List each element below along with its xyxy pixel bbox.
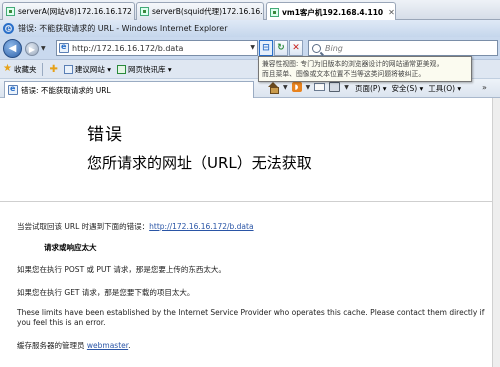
compatibility-tooltip: 兼容性视图: 专门为旧版本的浏览器设计的网站通常更美观， 而且菜单、图像或文本位… [258,56,472,82]
vm-icon [270,7,279,17]
forward-button[interactable]: ▶ [25,42,39,56]
page-icon [63,64,73,74]
address-bar[interactable]: http://172.16.16.172/b.data ▼ [56,40,258,56]
isp-limits-paragraph: These limits have been established by th… [17,308,485,327]
print-icon[interactable] [329,82,341,92]
more-commands-button[interactable]: » [482,83,487,92]
add-favorite-icon: ✚ [49,63,58,75]
back-button[interactable]: ◀ [3,39,22,58]
window-title-bar: e 错误: 不能获取请求的 URL - Windows Internet Exp… [0,20,500,37]
command-menus: 页面(P) ▾ 安全(S) ▾ 工具(O) ▾ [355,83,461,94]
webmaster-link[interactable]: webmaster [87,341,128,350]
favorites-button[interactable]: ★ 收藏夹 [3,64,36,75]
screen: { "vm_tabs": [ {"label": "serverA(网站v8)1… [0,0,500,367]
suggested-sites-link[interactable]: 建议网站 ▾ [63,64,112,75]
vm-tab-label: serverB(squid代理)172.16.16.22 [152,7,264,16]
divider [42,62,44,76]
tooltip-line: 兼容性视图: 专门为旧版本的浏览器设计的网站通常更美观， [262,60,444,68]
intro-text: 当尝试取回该 URL 时遇到下面的错误： [17,222,150,231]
favorites-label: 收藏夹 [13,64,37,74]
vm-tab-vm1[interactable]: vm1客户机192.168.4.110 ✕ [266,2,396,21]
page-icon [117,64,127,74]
get-explanation: 如果您在执行 GET 请求，那是您要下载的项目太大。 [17,288,195,297]
tools-menu[interactable]: 工具(O) ▾ [428,83,461,94]
error-reason: 请求或响应太大 [44,243,97,252]
refresh-button[interactable]: ↻ [274,40,288,56]
page-subtitle: 您所请求的网址（URL）无法获取 [87,154,312,172]
vm-tab-strip: serverA(网站v8)172.16.16.172 serverB(squid… [0,0,500,21]
search-input[interactable]: Bing [325,44,343,53]
chevron-down-icon[interactable]: ▼ [250,44,255,51]
url-text[interactable]: http://172.16.16.172/b.data [72,44,183,53]
page-title: 错误 [87,125,123,145]
address-tools: ⊟ ↻ ✕ [259,40,303,56]
mail-icon[interactable] [314,83,326,91]
post-explanation: 如果您在执行 POST 或 PUT 请求，那是您要上传的东西太大。 [17,265,226,274]
chevron-down-icon[interactable]: ▼ [283,84,288,91]
vm-tab-label: vm1客户机192.168.4.110 [282,7,384,17]
web-slice-gallery-link[interactable]: 网页快讯库 ▾ [117,64,172,75]
scrollbar[interactable] [492,98,500,367]
close-icon[interactable]: ✕ [388,8,395,17]
page-content: 错误 您所请求的网址（URL）无法获取 当尝试取回该 URL 时遇到下面的错误：… [0,98,500,367]
tab-current-page[interactable]: 错误: 不能获取请求的 URL [4,81,254,98]
vm-tab-servera[interactable]: serverA(网站v8)172.16.16.172 [2,2,135,20]
forward-arrow-icon: ▶ [28,44,36,54]
search-box[interactable]: Bing [308,40,498,56]
rss-feed-icon[interactable]: ◗ [291,82,302,92]
error-banner: 错误 您所请求的网址（URL）无法获取 [0,98,500,202]
back-arrow-icon: ◀ [8,43,17,54]
admin-text: 缓存服务器的管理员 [17,341,87,350]
stop-button[interactable]: ✕ [289,40,303,56]
page-icon [8,84,18,95]
page-menu[interactable]: 页面(P) ▾ [355,83,387,94]
star-icon: ★ [3,63,12,74]
tab-label: 错误: 不能获取请求的 URL [21,85,111,95]
chevron-down-icon[interactable]: ▼ [344,84,349,91]
search-icon [312,43,321,53]
suggested-sites-label: 建议网站 ▾ [74,64,112,74]
chevron-down-icon[interactable]: ▼ [306,84,311,91]
window-title: 错误: 不能获取请求的 URL - Windows Internet Explo… [18,24,228,33]
vm-tab-serverb[interactable]: serverB(squid代理)172.16.16.22 [136,2,264,20]
intro-line: 当尝试取回该 URL 时遇到下面的错误：http://172.16.16.172… [17,222,254,232]
home-icon[interactable] [268,82,279,94]
compatibility-view-button[interactable]: ⊟ [259,40,273,56]
add-favorite-button[interactable]: ✚ [49,64,57,75]
web-slice-gallery-label: 网页快讯库 ▾ [128,64,172,74]
history-dropdown-icon[interactable]: ▼ [41,45,46,52]
admin-suffix: . [128,341,131,350]
admin-line: 缓存服务器的管理员 webmaster. [17,341,131,351]
page-icon [59,42,69,53]
safety-menu[interactable]: 安全(S) ▾ [392,83,424,94]
ie-logo-icon: e [3,23,14,34]
vm-icon [140,7,149,16]
vm-tab-label: serverA(网站v8)172.16.16.172 [18,7,132,16]
requested-url-link[interactable]: http://172.16.16.172/b.data [149,222,253,231]
vm-icon [6,7,15,16]
command-icons: ▼ ◗ ▼ ▼ [268,82,349,94]
tooltip-line: 而且菜单、图像或文本位置不当等这类问题将被纠正。 [262,70,426,78]
